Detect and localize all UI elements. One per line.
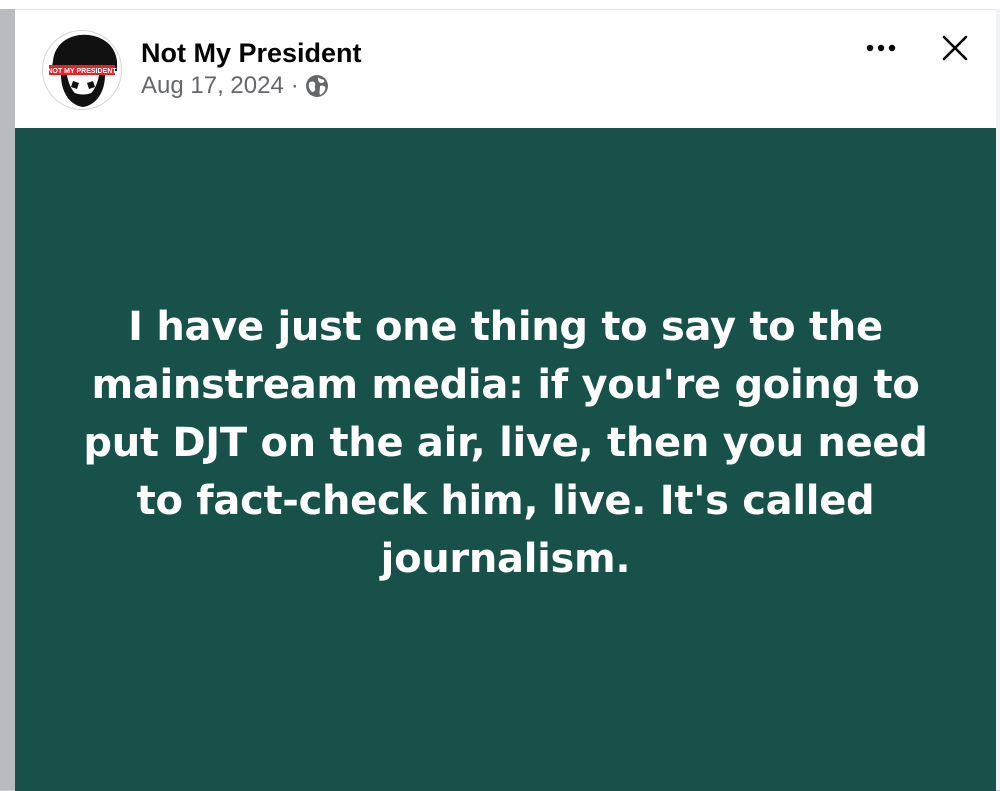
post-author-name[interactable]: Not My President [141, 38, 362, 69]
post-text-card: I have just one thing to say to the main… [15, 128, 996, 791]
face-silhouette-icon: NOT MY PRESIDENT [43, 31, 121, 109]
background-overlay-right [996, 9, 1000, 790]
post-dialog: NOT MY PRESIDENT Not My President Aug 17… [15, 9, 996, 791]
post-text: I have just one thing to say to the main… [83, 304, 928, 582]
post-meta: Aug 17, 2024 · [141, 72, 329, 100]
background-overlay-left [0, 9, 15, 790]
avatar-banner-text: NOT MY PRESIDENT [47, 68, 117, 75]
window-top-edge [0, 0, 1000, 9]
post-header: NOT MY PRESIDENT Not My President Aug 17… [15, 10, 996, 128]
post-date[interactable]: Aug 17, 2024 [141, 72, 284, 100]
close-icon [942, 35, 968, 61]
avatar[interactable]: NOT MY PRESIDENT [42, 30, 122, 110]
globe-icon[interactable] [305, 74, 329, 98]
more-horizontal-icon [866, 44, 896, 52]
close-button[interactable] [935, 28, 975, 68]
more-options-button[interactable] [861, 28, 901, 68]
meta-separator: · [290, 72, 299, 99]
